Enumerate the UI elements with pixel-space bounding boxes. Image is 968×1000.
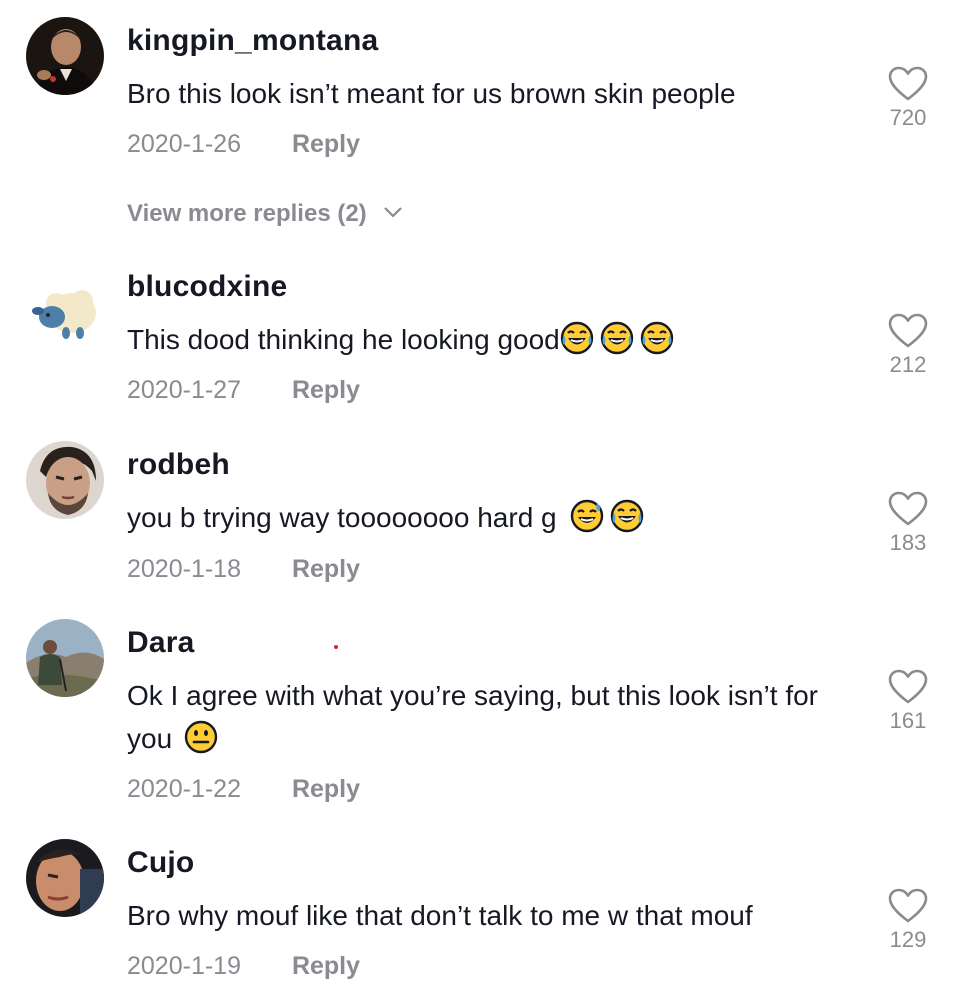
- comment-username[interactable]: Dara: [127, 626, 195, 660]
- comment-username[interactable]: Cujo: [127, 846, 194, 880]
- comment-text: This dood thinking he looking good: [127, 318, 847, 361]
- like-count: 720: [889, 105, 927, 130]
- joy-emoji-icon: [600, 321, 634, 355]
- reply-button[interactable]: Reply: [292, 555, 360, 584]
- comment-date: 2020-1-19: [127, 952, 241, 980]
- comment-username[interactable]: rodbeh: [127, 448, 230, 482]
- heart-icon[interactable]: [888, 491, 928, 527]
- comment-date: 2020-1-27: [127, 376, 241, 404]
- comment-username[interactable]: kingpin_montana: [127, 24, 378, 58]
- like-count: 183: [889, 530, 927, 555]
- like-count: 212: [889, 352, 927, 377]
- like-control[interactable]: 183: [878, 491, 938, 556]
- comment-text: you b trying way toooooooo hard g: [127, 496, 847, 539]
- comment-date: 2020-1-18: [127, 555, 241, 583]
- comment-text-body: This dood thinking he looking good: [127, 324, 560, 355]
- chevron-down-icon: [384, 207, 403, 218]
- avatar-icon: [26, 441, 104, 519]
- like-count: 161: [889, 708, 927, 733]
- like-control[interactable]: 720: [878, 66, 938, 131]
- comment-date: 2020-1-22: [127, 775, 241, 803]
- like-control[interactable]: 212: [878, 313, 938, 378]
- comment-meta: 2020-1-27 Reply: [127, 376, 360, 405]
- comment-text-body: Ok I agree with what you’re saying, but …: [127, 680, 818, 754]
- joy-emoji-icon: [610, 499, 644, 533]
- avatar-icon: [26, 273, 104, 351]
- comment-meta: 2020-1-18 Reply: [127, 555, 360, 584]
- avatar-icon: [26, 17, 104, 95]
- user-avatar[interactable]: [26, 273, 104, 351]
- red-dot: [334, 645, 338, 649]
- joy-emoji-icon: [560, 321, 594, 355]
- comment-date: 2020-1-26: [127, 130, 241, 158]
- heart-icon[interactable]: [888, 66, 928, 102]
- reply-button[interactable]: Reply: [292, 130, 360, 159]
- avatar-icon: [26, 619, 104, 697]
- like-control[interactable]: 161: [878, 669, 938, 734]
- comment-text: Ok I agree with what you’re saying, but …: [127, 674, 857, 760]
- user-avatar[interactable]: [26, 839, 104, 917]
- like-control[interactable]: 129: [878, 888, 938, 953]
- comment-meta: 2020-1-22 Reply: [127, 775, 360, 804]
- heart-icon[interactable]: [888, 888, 928, 924]
- joy-emoji-icon: [640, 321, 674, 355]
- avatar-icon: [26, 839, 104, 917]
- user-avatar[interactable]: [26, 441, 104, 519]
- comment-text-body: you b trying way toooooooo hard g: [127, 502, 565, 533]
- user-avatar[interactable]: [26, 17, 104, 95]
- view-more-replies-button[interactable]: View more replies (2): [127, 200, 403, 228]
- user-avatar[interactable]: [26, 619, 104, 697]
- neutral-face-emoji-icon: [184, 720, 218, 754]
- heart-icon[interactable]: [888, 313, 928, 349]
- reply-button[interactable]: Reply: [292, 376, 360, 405]
- comment-text: Bro why mouf like that don’t talk to me …: [127, 900, 753, 931]
- comment-username[interactable]: blucodxine: [127, 270, 287, 304]
- comment-text: Bro this look isn’t meant for us brown s…: [127, 78, 736, 109]
- like-count: 129: [889, 927, 927, 952]
- heart-icon[interactable]: [888, 669, 928, 705]
- comment-meta: 2020-1-19 Reply: [127, 952, 360, 981]
- sweat-smile-emoji-icon: [570, 499, 604, 533]
- reply-button[interactable]: Reply: [292, 952, 360, 981]
- comment-meta: 2020-1-26 Reply: [127, 130, 360, 159]
- view-more-replies-label: View more replies (2): [127, 200, 367, 227]
- reply-button[interactable]: Reply: [292, 775, 360, 804]
